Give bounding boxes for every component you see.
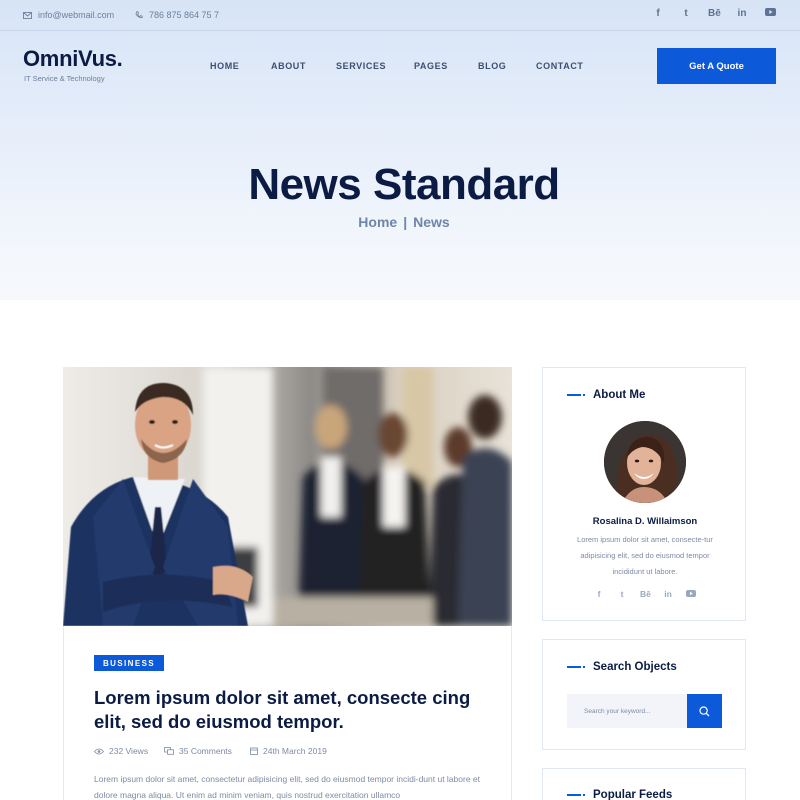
heading-dash [567, 794, 585, 796]
calendar-icon [250, 747, 258, 755]
author-bio: Lorem ipsum dolor sit amet, consecte-tur… [577, 535, 713, 576]
linkedin-icon[interactable]: in [663, 589, 673, 599]
breadcrumb-home[interactable]: Home [358, 214, 397, 230]
nav-pages[interactable]: PAGES [414, 61, 448, 71]
linkedin-icon[interactable]: in [736, 8, 748, 19]
nav-contact[interactable]: CONTACT [536, 61, 584, 71]
search-icon [699, 705, 710, 716]
phone-text: 786 875 864 75 7 [149, 10, 220, 20]
youtube-icon[interactable] [764, 8, 776, 19]
nav-home[interactable]: HOME [210, 61, 239, 71]
behance-icon[interactable]: Bē [640, 589, 651, 599]
comments-icon [164, 747, 174, 755]
breadcrumb-separator: | [403, 214, 408, 230]
top-bar: info@webmail.com 786 875 864 75 7 f t Bē… [0, 0, 800, 31]
nav-blog[interactable]: BLOG [478, 61, 506, 71]
search-widget-header: Search Objects [567, 661, 677, 673]
contact-phone[interactable]: 786 875 864 75 7 [135, 10, 219, 20]
eye-icon [94, 748, 104, 754]
breadcrumb: Home | News [0, 214, 800, 230]
behance-icon[interactable]: Bē [708, 8, 721, 19]
get-quote-button[interactable]: Get A Quote [657, 48, 776, 84]
breadcrumb-current: News [413, 214, 450, 230]
page-title: News Standard [248, 160, 560, 209]
phone-icon [135, 11, 143, 19]
mail-icon [23, 11, 32, 19]
post-date: 24th March 2019 [250, 746, 327, 756]
twitter-icon[interactable]: t [617, 589, 627, 599]
avatar [604, 421, 686, 503]
popular-widget-title: Popular Feeds [593, 789, 673, 800]
category-badge[interactable]: BUSINESS [94, 655, 164, 671]
site-tagline: IT Service & Technology [24, 74, 105, 83]
about-me-widget: About Me Rosalina D. Willaimson Lorem ip… [542, 367, 746, 621]
email-text: info@webmail.com [38, 10, 115, 20]
author-social-links: f t Bē in [543, 589, 747, 599]
popular-widget-header: Popular Feeds [567, 789, 672, 800]
post-comments[interactable]: 35 Comments [164, 746, 232, 756]
comments-count: 35 Comments [179, 746, 232, 756]
page-header-background [0, 0, 800, 300]
search-input[interactable] [567, 694, 687, 728]
heading-dash [567, 394, 585, 396]
date-text: 24th March 2019 [263, 746, 327, 756]
about-widget-header: About Me [567, 389, 645, 401]
post-excerpt: Lorem ipsum dolor sit amet, consectetur … [94, 774, 480, 800]
nav-services[interactable]: SERVICES [336, 61, 386, 71]
search-widget: Search Objects [542, 639, 746, 750]
popular-feeds-widget: Popular Feeds [542, 768, 746, 800]
views-count: 232 Views [109, 746, 149, 756]
nav-about[interactable]: ABOUT [271, 61, 306, 71]
post-featured-image[interactable] [63, 367, 512, 626]
heading-dash [567, 666, 585, 668]
topbar-social-links: f t Bē in [652, 8, 776, 19]
post-title[interactable]: Lorem ipsum dolor sit amet, consecte cin… [94, 686, 494, 734]
about-widget-title: About Me [593, 389, 646, 401]
contact-email[interactable]: info@webmail.com [23, 10, 114, 20]
facebook-icon[interactable]: f [594, 589, 604, 599]
author-name: Rosalina D. Willaimson [592, 516, 698, 527]
search-widget-title: Search Objects [593, 661, 677, 673]
youtube-icon[interactable] [686, 589, 696, 599]
twitter-icon[interactable]: t [680, 8, 692, 19]
facebook-icon[interactable]: f [652, 8, 664, 19]
post-views: 232 Views [94, 746, 148, 756]
search-button[interactable] [687, 694, 722, 728]
